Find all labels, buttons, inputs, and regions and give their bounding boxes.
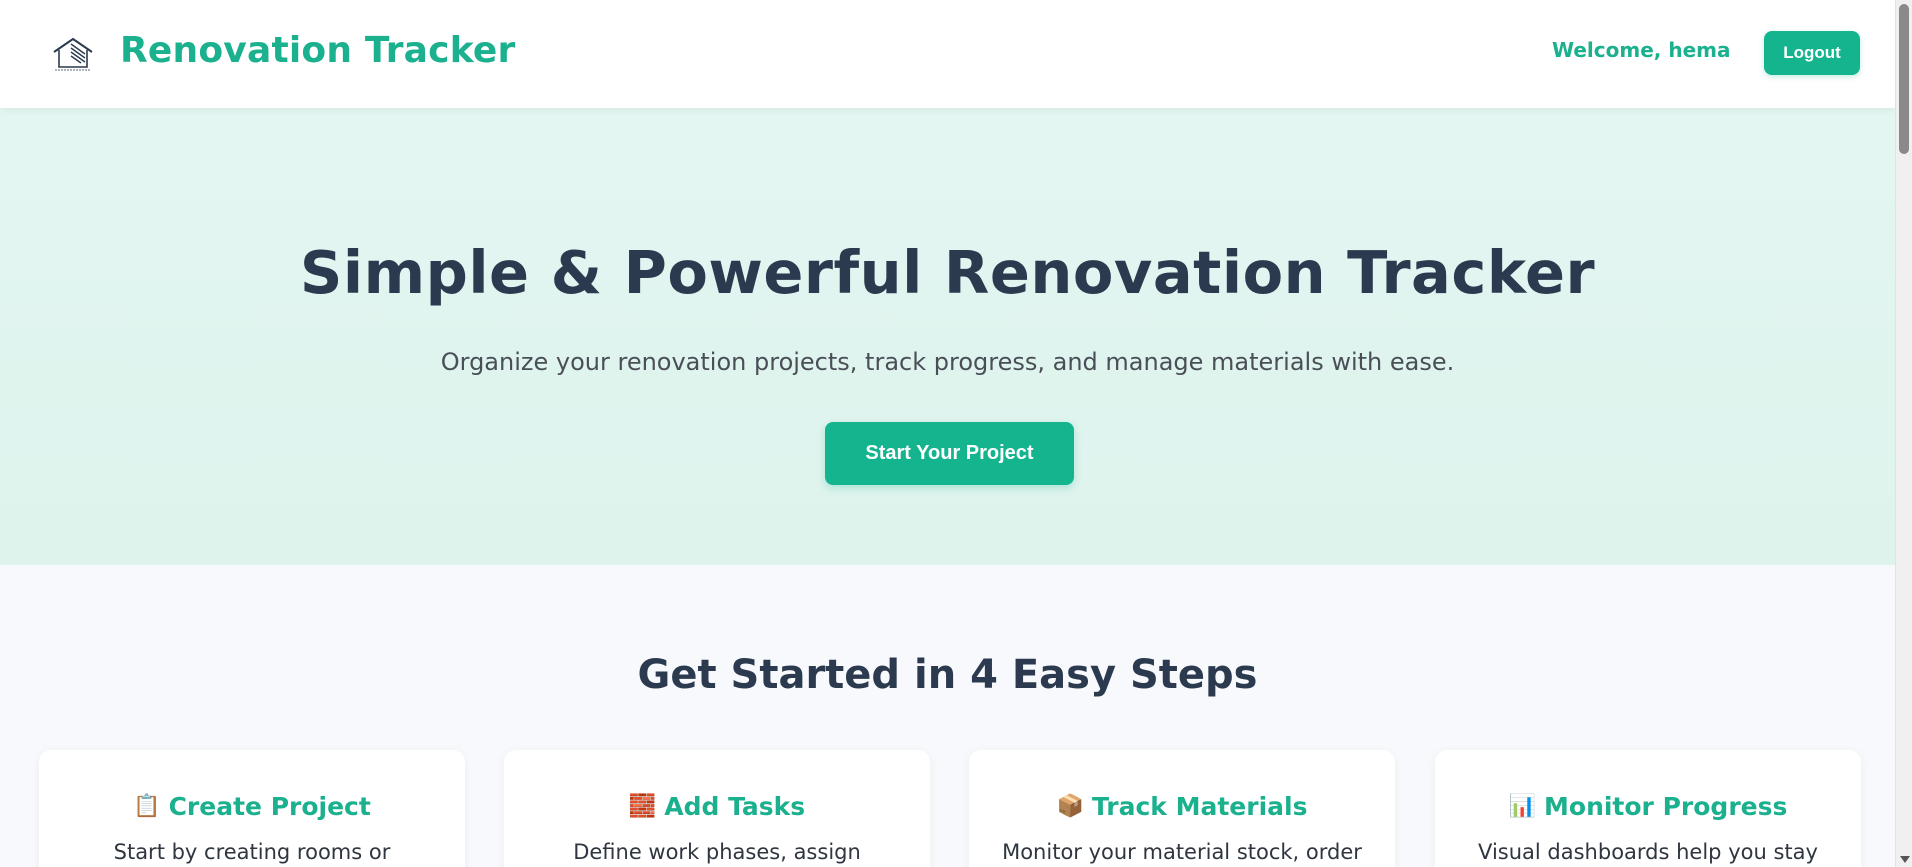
step-card-description: Define work phases, assign [573, 840, 861, 864]
logout-button[interactable]: Logout [1764, 31, 1860, 75]
step-card-title: 📊 Monitor Progress [1435, 792, 1861, 821]
step-card-monitor-progress[interactable]: 📊 Monitor Progress Visual dashboards hel… [1435, 750, 1861, 867]
brand-title[interactable]: Renovation Tracker [120, 30, 515, 71]
step-card-description: Start by creating rooms or [113, 840, 391, 864]
hero-subtitle: Organize your renovation projects, track… [440, 348, 1455, 376]
brick-icon: 🧱 [628, 793, 657, 819]
page: Renovation Tracker Welcome, hema Logout … [0, 0, 1895, 867]
step-card-description: Visual dashboards help you stay [1478, 840, 1818, 864]
vertical-scrollbar[interactable] [1895, 0, 1912, 867]
package-icon: 📦 [1056, 793, 1084, 819]
top-header: Renovation Tracker Welcome, hema Logout [0, 0, 1895, 108]
step-card-title: 🧱 Add Tasks [504, 792, 930, 821]
clipboard-icon: 📋 [133, 793, 161, 819]
step-card-title-text: Track Materials [1091, 792, 1308, 821]
step-card-title: 📦 Track Materials [969, 792, 1395, 821]
step-card-description: Monitor your material stock, order [1002, 840, 1362, 864]
scrollbar-thumb[interactable] [1899, 4, 1909, 154]
steps-title: Get Started in 4 Easy Steps [637, 652, 1258, 698]
house-logo-icon[interactable] [51, 36, 95, 72]
hero-title: Simple & Powerful Renovation Tracker [299, 238, 1596, 307]
hero-section: Simple & Powerful Renovation Tracker Org… [0, 108, 1895, 565]
step-card-title: 📋 Create Project [39, 792, 465, 821]
scroll-down-arrow-icon[interactable] [1900, 856, 1910, 863]
start-project-button[interactable]: Start Your Project [825, 422, 1074, 485]
welcome-message: Welcome, hema [1552, 38, 1731, 62]
step-card-create-project[interactable]: 📋 Create Project Start by creating rooms… [39, 750, 465, 867]
step-card-track-materials[interactable]: 📦 Track Materials Monitor your material … [969, 750, 1395, 867]
step-card-title-text: Create Project [168, 792, 371, 821]
steps-section: Get Started in 4 Easy Steps 📋 Create Pro… [0, 565, 1895, 867]
step-card-add-tasks[interactable]: 🧱 Add Tasks Define work phases, assign [504, 750, 930, 867]
step-card-title-text: Monitor Progress [1544, 792, 1788, 821]
bar-chart-icon: 📊 [1508, 793, 1537, 819]
step-card-title-text: Add Tasks [664, 792, 806, 821]
